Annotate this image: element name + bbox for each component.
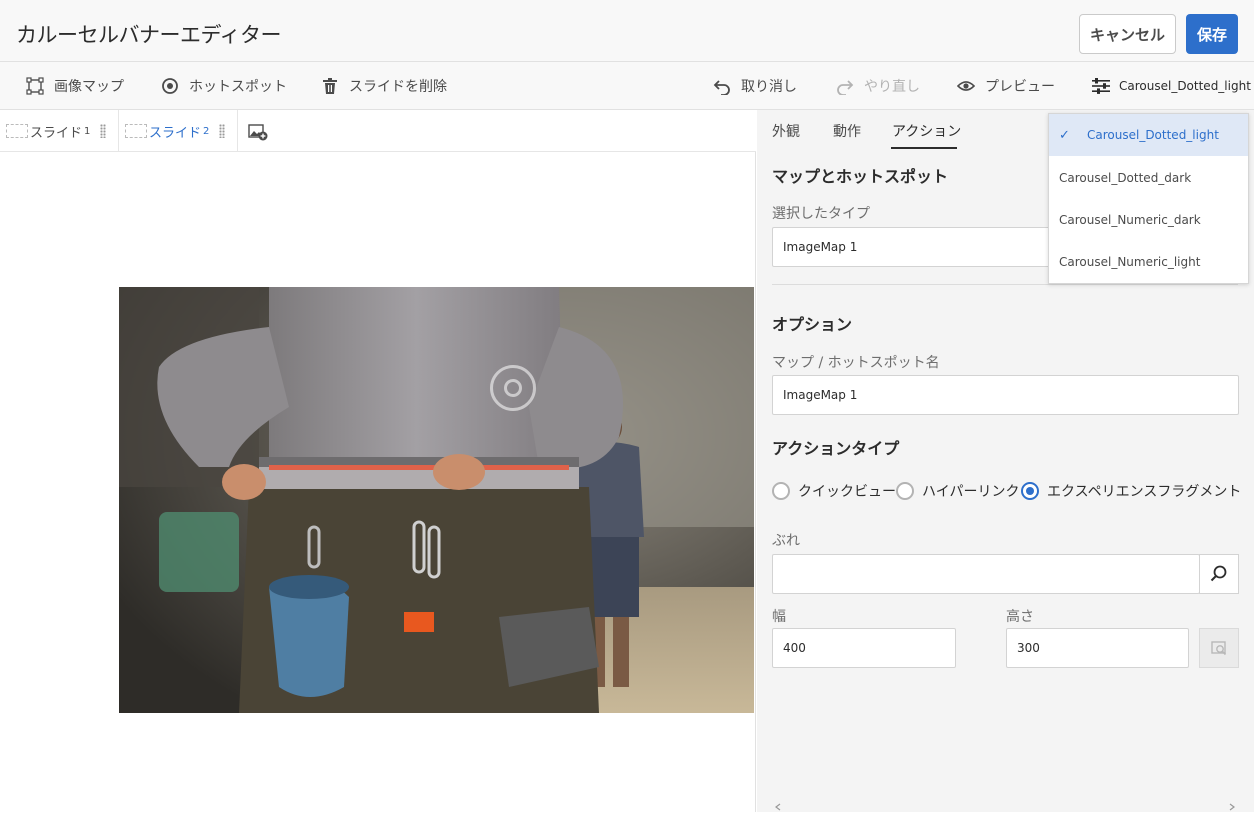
sliders-icon bbox=[1092, 78, 1110, 94]
trash-icon bbox=[323, 78, 337, 94]
preview-button[interactable]: プレビュー bbox=[957, 62, 1055, 110]
active-tab-indicator bbox=[891, 147, 957, 149]
page-title: カルーセルバナーエディター bbox=[16, 23, 282, 47]
horizontal-scrollbar[interactable] bbox=[772, 797, 1238, 811]
drag-handle-icon[interactable] bbox=[219, 124, 226, 138]
style-selector-label: Carousel_Dotted_light bbox=[1119, 79, 1251, 93]
slide-thumbnail bbox=[6, 124, 28, 138]
tab-behavior[interactable]: 動作 bbox=[833, 121, 861, 141]
slide-image[interactable] bbox=[119, 287, 754, 713]
fragment-path-input[interactable] bbox=[772, 554, 1200, 594]
dropdown-option-label: Carousel_Dotted_light bbox=[1087, 128, 1219, 142]
image-map-icon bbox=[26, 77, 44, 95]
delete-slide-tool[interactable]: スライドを削除 bbox=[321, 62, 447, 110]
redo-label: やり直し bbox=[864, 79, 920, 95]
hotspot-icon bbox=[162, 78, 178, 94]
map-hotspot-section-title: マップとホットスポット bbox=[772, 167, 949, 186]
slide-tab-label: スライド bbox=[30, 125, 83, 141]
style-selector[interactable]: Carousel_Dotted_light bbox=[1091, 62, 1251, 110]
fragment-search-button[interactable] bbox=[1199, 554, 1239, 594]
height-label: 高さ bbox=[1006, 609, 1034, 625]
map-name-value: ImageMap 1 bbox=[783, 388, 858, 402]
fragment-label: ぶれ bbox=[772, 533, 800, 549]
map-name-label: マップ / ホットスポット名 bbox=[772, 355, 940, 371]
options-section-title: オプション bbox=[772, 315, 853, 334]
preview-label: プレビュー bbox=[985, 79, 1055, 95]
selected-type-label: 選択したタイプ bbox=[772, 206, 870, 222]
style-dropdown-menu: ✓ Carousel_Dotted_light Carousel_Dotted_… bbox=[1048, 113, 1249, 284]
image-map-label: 画像マップ bbox=[54, 79, 124, 95]
radio-hyperlink[interactable]: ハイパーリンク bbox=[896, 481, 1019, 501]
dropdown-option[interactable]: Carousel_Numeric_light bbox=[1049, 241, 1248, 283]
slide-tab-number: 2 bbox=[203, 125, 210, 137]
dropdown-option[interactable]: Carousel_Dotted_dark bbox=[1049, 157, 1248, 199]
redo-icon bbox=[837, 80, 854, 95]
radio-button[interactable] bbox=[896, 482, 914, 500]
climber-photo bbox=[119, 287, 754, 713]
width-input[interactable]: 400 bbox=[772, 628, 956, 668]
height-input[interactable]: 300 bbox=[1006, 628, 1189, 668]
preview-search-icon bbox=[1211, 641, 1227, 656]
delete-slide-label: スライドを削除 bbox=[349, 79, 447, 95]
search-icon bbox=[1210, 565, 1227, 582]
checkmark-icon: ✓ bbox=[1059, 127, 1070, 143]
tab-action[interactable]: アクション bbox=[892, 121, 961, 141]
slide-tab-label: スライド bbox=[149, 125, 202, 141]
dropdown-option-label: Carousel_Dotted_dark bbox=[1059, 171, 1192, 185]
radio-quick-view[interactable]: クイックビュー bbox=[772, 481, 896, 501]
radio-label: ハイパーリンク bbox=[922, 484, 1020, 500]
divider bbox=[772, 284, 1238, 285]
dropdown-option[interactable]: Carousel_Numeric_dark bbox=[1049, 199, 1248, 241]
header-bar: カルーセルバナーエディター キャンセル 保存 bbox=[0, 0, 1254, 62]
slide-thumbnail bbox=[125, 124, 147, 138]
radio-label: エクスペリエンスフラグメント bbox=[1047, 484, 1242, 500]
radio-experience-fragment[interactable]: エクスペリエンスフラグメント bbox=[1021, 481, 1241, 501]
action-type-section-title: アクションタイプ bbox=[772, 439, 900, 458]
dropdown-option-label: Carousel_Numeric_light bbox=[1059, 255, 1201, 269]
width-value: 400 bbox=[783, 641, 806, 655]
eye-icon bbox=[957, 81, 975, 91]
save-button[interactable]: 保存 bbox=[1186, 14, 1238, 54]
radio-label: クイックビュー bbox=[798, 484, 896, 500]
dropdown-option[interactable]: ✓ Carousel_Dotted_light bbox=[1049, 114, 1248, 156]
toolbar: 画像マップ ホットスポット スライドを削除 取り消し やり直し プレビュー Ca… bbox=[0, 62, 1254, 110]
slide-tab-2[interactable]: スライド 2 bbox=[119, 110, 238, 152]
image-map-tool[interactable]: 画像マップ bbox=[26, 62, 124, 110]
add-image-icon bbox=[248, 124, 268, 141]
tab-appearance[interactable]: 外観 bbox=[772, 121, 800, 141]
hotspot-label: ホットスポット bbox=[189, 79, 287, 95]
selected-type-field[interactable]: ImageMap 1 bbox=[772, 227, 1062, 267]
slide-tab-1[interactable]: スライド 1 bbox=[0, 110, 119, 152]
redo-button[interactable]: やり直し bbox=[836, 62, 920, 110]
add-slide-button[interactable] bbox=[248, 123, 268, 145]
width-label: 幅 bbox=[772, 609, 786, 625]
selected-type-value: ImageMap 1 bbox=[783, 240, 858, 254]
scroll-right-icon bbox=[1229, 803, 1235, 811]
fragment-preview-button[interactable] bbox=[1199, 628, 1239, 668]
cancel-button[interactable]: キャンセル bbox=[1079, 14, 1176, 54]
hotspot-marker[interactable] bbox=[490, 365, 536, 411]
undo-button[interactable]: 取り消し bbox=[713, 62, 797, 110]
map-name-input[interactable]: ImageMap 1 bbox=[772, 375, 1239, 415]
undo-icon bbox=[713, 80, 730, 95]
hotspot-tool[interactable]: ホットスポット bbox=[161, 62, 287, 110]
slide-strip: スライド 1 スライド 2 bbox=[0, 110, 756, 152]
slide-tab-number: 1 bbox=[84, 125, 91, 137]
radio-button[interactable] bbox=[772, 482, 790, 500]
scroll-left-icon bbox=[775, 803, 781, 811]
drag-handle-icon[interactable] bbox=[100, 124, 107, 138]
undo-label: 取り消し bbox=[741, 79, 797, 95]
radio-button-selected[interactable] bbox=[1021, 482, 1039, 500]
height-value: 300 bbox=[1017, 641, 1040, 655]
dropdown-option-label: Carousel_Numeric_dark bbox=[1059, 213, 1201, 227]
